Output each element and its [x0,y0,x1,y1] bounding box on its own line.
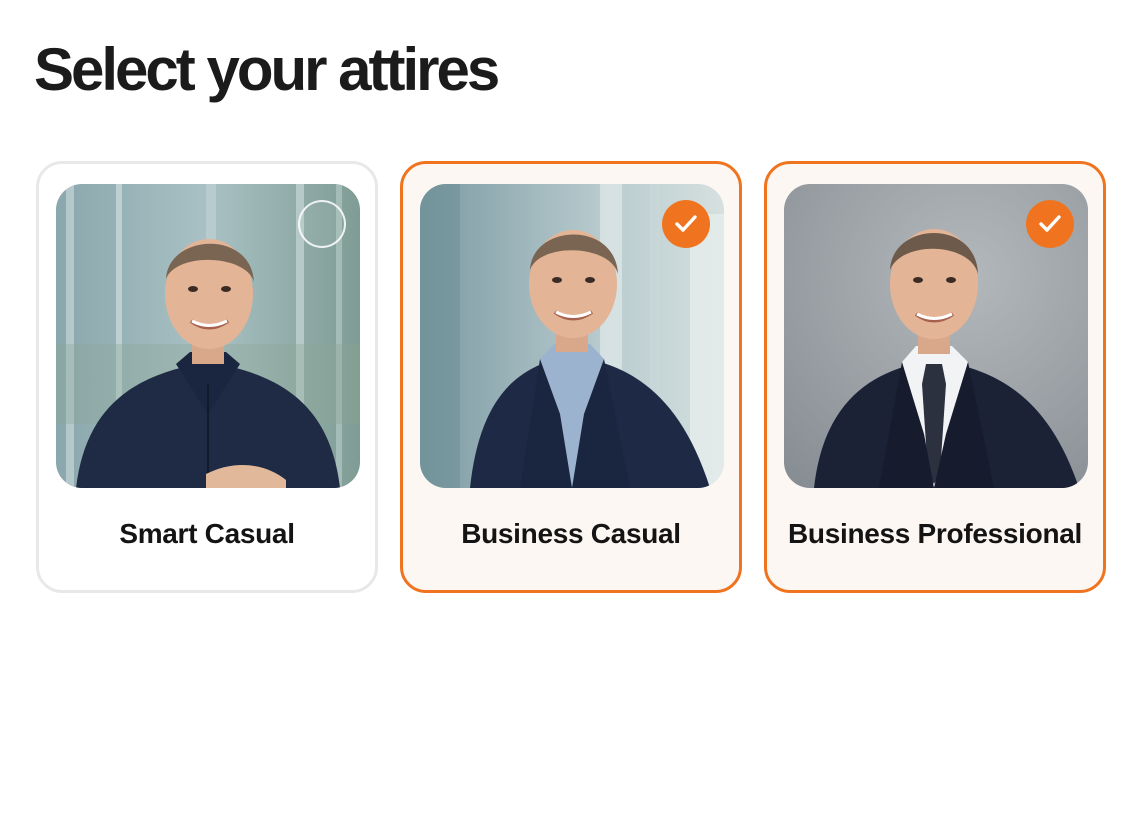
attire-photo-smart-casual [56,184,360,488]
attire-label: Business Casual [461,518,681,549]
unchecked-circle-icon[interactable] [298,200,346,248]
attire-card-business-professional[interactable]: Business Professional [764,161,1106,593]
attire-options: Smart Casual Business Casual Business Pr… [0,0,1144,832]
attire-photo-business-casual [420,184,724,488]
attire-card-business-casual[interactable]: Business Casual [400,161,742,593]
checkmark-icon[interactable] [662,200,710,248]
attire-label: Business Professional [787,518,1083,549]
checkmark-icon[interactable] [1026,200,1074,248]
attire-photo-business-professional [784,184,1088,488]
attire-label: Smart Casual [119,518,295,549]
attire-card-smart-casual[interactable]: Smart Casual [36,161,378,593]
